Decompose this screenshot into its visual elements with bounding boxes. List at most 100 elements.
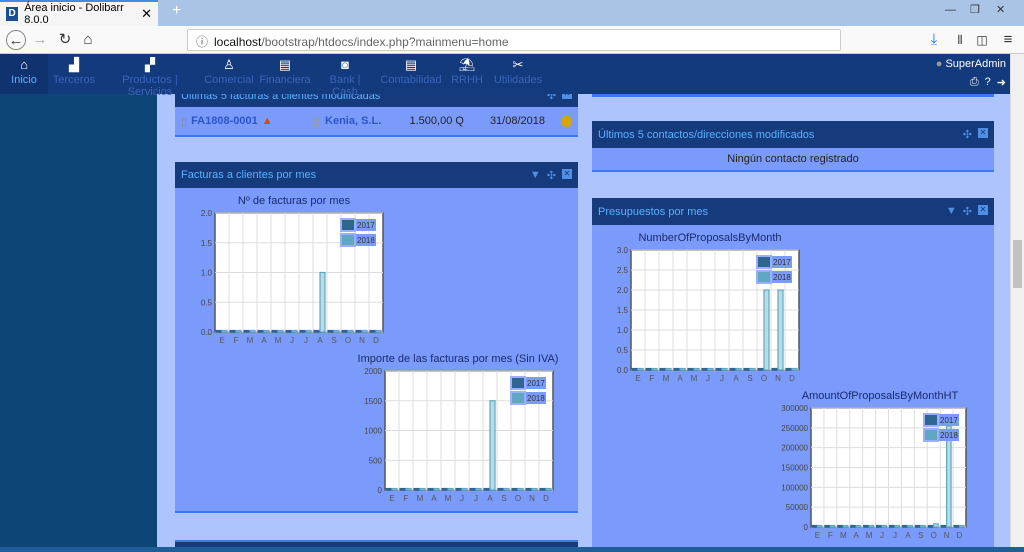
x-tick-label: M <box>247 336 254 345</box>
bar-2017 <box>497 487 504 491</box>
x-tick-label: D <box>373 336 379 345</box>
y-tick-label: 2000 <box>364 367 382 376</box>
commercial-icon: ♙ <box>223 57 235 72</box>
top-menu: ⌂ Inicio ▟ Terceros ▞ Productos | Servicios… <box>0 54 1010 98</box>
bar-2018 <box>277 329 284 333</box>
x-tick-label: S <box>331 336 336 345</box>
menu-item-financiera[interactable]: ▤ Financiera <box>258 54 312 94</box>
y-tick-label: 0.0 <box>617 366 629 375</box>
legend-swatch <box>923 428 939 442</box>
bar-2018 <box>829 524 836 528</box>
legend-label: 2017 <box>940 416 958 425</box>
menu-item-productos[interactable]: ▞ Productos | Servicios <box>100 54 200 98</box>
x-tick-label: M <box>866 531 873 540</box>
y-tick-label: 100000 <box>781 483 808 492</box>
x-tick-label: M <box>445 494 452 503</box>
bar-2018 <box>319 271 326 333</box>
bar-2017 <box>757 367 764 371</box>
x-tick-label: F <box>404 494 409 503</box>
bar-2018 <box>842 524 849 528</box>
bar-2017 <box>729 367 736 371</box>
bar-2018 <box>907 524 913 528</box>
x-tick-label: F <box>828 531 833 540</box>
help-icon[interactable]: ? <box>985 76 991 89</box>
menu-label: Inicio <box>11 74 37 86</box>
chart-title: AmountOfProposalsByMonthHT <box>802 390 959 402</box>
x-tick-label: D <box>543 494 549 503</box>
menu-item-terceros[interactable]: ▟ Terceros <box>52 54 96 94</box>
x-tick-label: M <box>275 336 282 345</box>
menu-item-contabilidad[interactable]: ▤ Contabilidad <box>378 54 444 94</box>
bar-2018 <box>651 367 658 371</box>
x-tick-label: A <box>487 494 493 503</box>
menu-item-utilidades[interactable]: ✂ Utilidades <box>490 54 546 94</box>
windows-taskbar <box>0 547 1024 552</box>
bar-2017 <box>673 367 680 371</box>
bar-2017 <box>385 487 392 491</box>
bar-2017 <box>715 367 722 371</box>
x-tick-label: M <box>417 494 424 503</box>
menu-item-inicio[interactable]: ⌂ Inicio <box>0 54 48 94</box>
bar-2018 <box>545 487 552 491</box>
print-icon[interactable]: ⎙ <box>970 76 979 89</box>
chart-title: Importe de las facturas por mes (Sin IVA… <box>358 353 559 365</box>
x-tick-label: J <box>474 494 478 503</box>
y-tick-label: 0.5 <box>201 298 213 307</box>
bar-2018 <box>489 400 496 491</box>
legend-label: 2017 <box>357 221 375 230</box>
products-icon: ▞ <box>145 57 155 72</box>
x-tick-label: J <box>304 336 308 345</box>
bar-2017 <box>824 524 830 528</box>
x-tick-label: J <box>893 531 897 540</box>
x-tick-label: A <box>854 531 860 540</box>
y-tick-label: 500 <box>369 456 383 465</box>
x-tick-label: J <box>706 374 710 383</box>
bar-2017 <box>399 487 406 491</box>
bar-2017 <box>940 524 947 528</box>
bar-2017 <box>914 524 921 528</box>
x-tick-label: O <box>515 494 521 503</box>
x-tick-label: J <box>720 374 724 383</box>
bar-2017 <box>271 329 278 333</box>
bar-2018 <box>391 487 398 491</box>
menu-item-rrhh[interactable]: ⛱ RRHH <box>448 54 486 94</box>
bar-2017 <box>743 367 750 371</box>
bar-2018 <box>946 425 952 528</box>
x-tick-label: F <box>234 336 239 345</box>
menu-item-bank[interactable]: ◙ Bank | Cash <box>316 54 374 98</box>
legend-swatch <box>340 233 356 247</box>
accounting-icon: ▤ <box>404 57 418 72</box>
y-tick-label: 0 <box>804 523 809 532</box>
logout-icon[interactable]: ➜ <box>997 76 1006 89</box>
y-tick-label: 300000 <box>781 404 808 413</box>
bar-2018 <box>517 487 524 491</box>
legend-swatch <box>510 391 526 405</box>
bar-2018 <box>868 524 875 528</box>
menu-label: Productos | Servicios <box>122 74 178 98</box>
x-tick-label: N <box>529 494 535 503</box>
x-tick-label: M <box>840 531 847 540</box>
bar-2018 <box>816 524 823 528</box>
x-tick-label: O <box>931 531 937 540</box>
x-tick-label: S <box>501 494 506 503</box>
legend-swatch <box>756 270 772 284</box>
bar-2018 <box>791 367 798 371</box>
bank-icon: ◙ <box>341 57 349 72</box>
x-tick-label: A <box>677 374 683 383</box>
y-tick-label: 1.5 <box>201 239 213 248</box>
y-tick-label: 2.0 <box>617 286 629 295</box>
x-tick-label: A <box>733 374 739 383</box>
y-tick-label: 1.5 <box>617 306 629 315</box>
bar-2018 <box>305 329 312 333</box>
menu-item-comercial[interactable]: ♙ Comercial <box>204 54 254 94</box>
bar-2017 <box>355 329 362 333</box>
y-tick-label: 50000 <box>786 503 809 512</box>
x-tick-label: F <box>650 374 655 383</box>
x-tick-label: M <box>663 374 670 383</box>
user-menu[interactable]: ● SuperAdmin <box>936 58 1006 70</box>
legend-swatch <box>756 255 772 269</box>
bar-2018 <box>221 329 228 333</box>
chart-2: NumberOfProposalsByMonth 0.0 0.5 1.0 1.5 2.0 2… <box>617 232 800 383</box>
chart-3: AmountOfProposalsByMonthHT 0 50000 100000 15… <box>781 390 967 540</box>
x-tick-label: D <box>789 374 795 383</box>
